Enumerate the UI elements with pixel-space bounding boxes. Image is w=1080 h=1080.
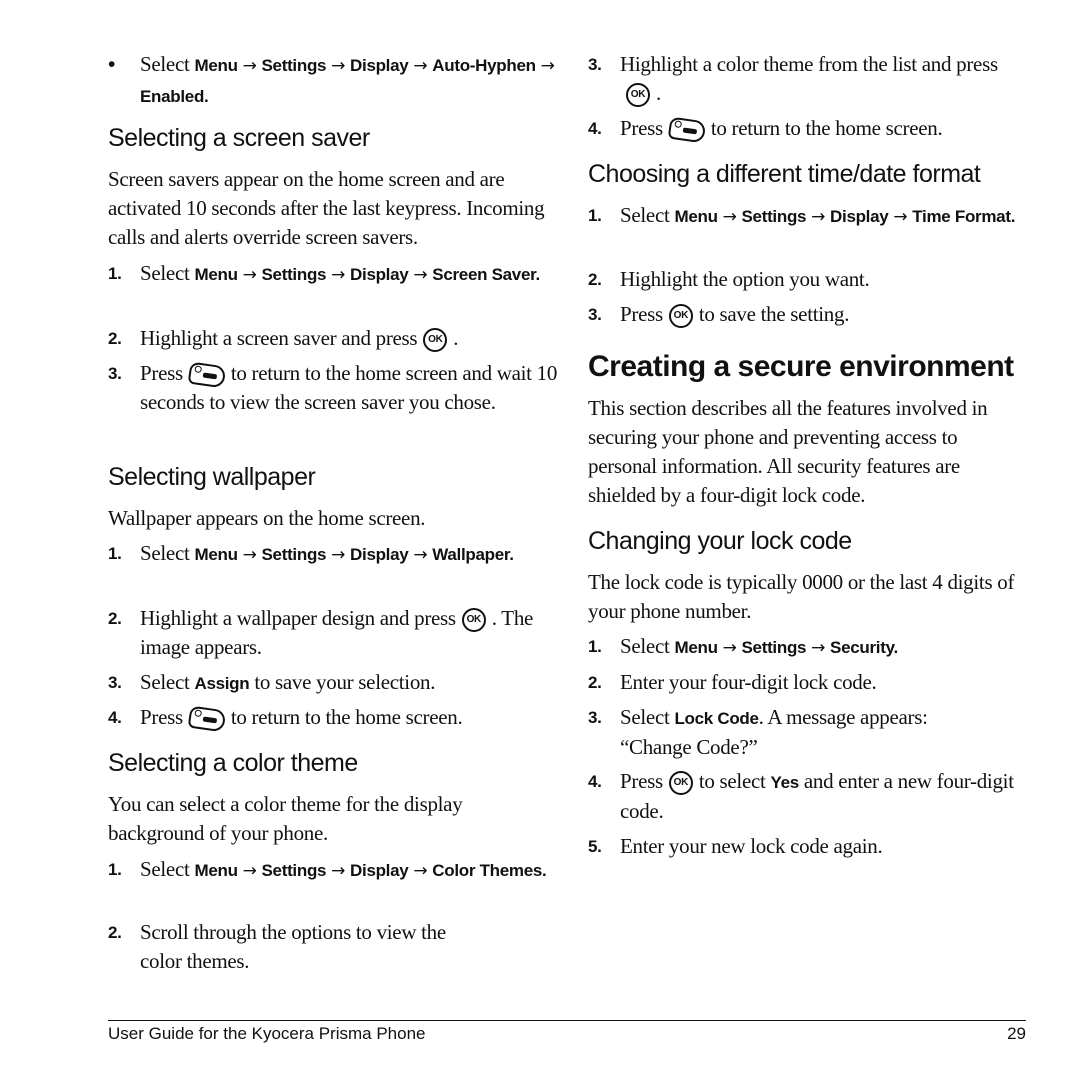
auto-hyphen-bullet: • Select Menu → Settings → Display → Aut…: [108, 52, 555, 106]
heading-secure-environment: Creating a secure environment: [588, 350, 1014, 383]
screen-saver-step-1: 1. Select Menu → Settings → Display → Sc…: [108, 261, 540, 285]
lock-code-step-5: 5. Enter your new lock code again.: [588, 834, 883, 858]
screen-saver-step-2: 2. Highlight a screen saver and press OK.: [108, 324, 558, 353]
wallpaper-step-3: 3. Select Assign to save your selection.: [108, 670, 436, 694]
heading-lock-code: Changing your lock code: [588, 527, 852, 555]
color-theme-step-3: 3. Highlight a color theme from the list…: [588, 50, 1008, 108]
ok-key-icon: OK: [461, 608, 486, 633]
bullet: •: [108, 53, 116, 76]
ok-key-icon: OK: [626, 83, 650, 108]
wallpaper-step-1: 1. Select Menu → Settings → Display → Wa…: [108, 541, 514, 565]
screen-saver-step-3: 3. Press to return to the home screen and…: [108, 361, 558, 414]
time-date-step-1: 1. Select Menu → Settings → Display → Ti…: [588, 203, 1016, 227]
lock-code-step-4: 4. Press OK to select Yes and enter a new …: [588, 769, 1014, 823]
color-theme-step-1: 1. Select Menu → Settings → Display → Co…: [108, 857, 547, 881]
screen-saver-paragraph: Screen savers appear on the home screen …: [108, 167, 545, 249]
lock-code-step-1: 1. Select Menu → Settings → Security.: [588, 634, 898, 658]
lock-code-step-2: 2. Enter your four-digit lock code.: [588, 670, 877, 694]
lock-code-step-3: 3. Select Lock Code. A message appears: …: [588, 705, 928, 759]
secure-paragraph: This section describes all the features …: [588, 396, 988, 507]
lock-code-paragraph: The lock code is typically 0000 or the l…: [588, 570, 1015, 623]
end-key-icon: [187, 361, 227, 389]
footer-divider: [108, 1020, 1026, 1021]
color-theme-step-2: 2. Scroll through the options to view th…: [108, 920, 446, 973]
wallpaper-step-2: 2. Highlight a wallpaper design and pres…: [108, 606, 534, 659]
time-date-step-2: 2. Highlight the option you want.: [588, 267, 870, 291]
end-key-icon: [187, 705, 227, 733]
ok-key-icon: OK: [668, 304, 693, 329]
ok-key-icon: OK: [668, 771, 693, 796]
footer-title: User Guide for the Kyocera Prisma Phone: [108, 1024, 426, 1043]
heading-color-theme: Selecting a color theme: [108, 749, 358, 777]
wallpaper-paragraph: Wallpaper appears on the home screen.: [108, 506, 426, 530]
heading-screen-saver: Selecting a screen saver: [108, 124, 370, 152]
heading-time-date-format: Choosing a different time/date format: [588, 160, 981, 188]
color-theme-step-4: 4. Press to return to the home screen.: [588, 114, 1038, 144]
ok-key-icon: OK: [423, 328, 448, 353]
page-number: 29: [1007, 1024, 1026, 1043]
end-key-icon: [667, 116, 707, 144]
color-theme-paragraph: You can select a color theme for the dis…: [108, 792, 463, 845]
heading-wallpaper: Selecting wallpaper: [108, 463, 316, 491]
time-date-step-3: 3. Press OK to save the setting.: [588, 300, 1038, 329]
wallpaper-step-4: 4. Press to return to the home screen.: [108, 703, 558, 733]
